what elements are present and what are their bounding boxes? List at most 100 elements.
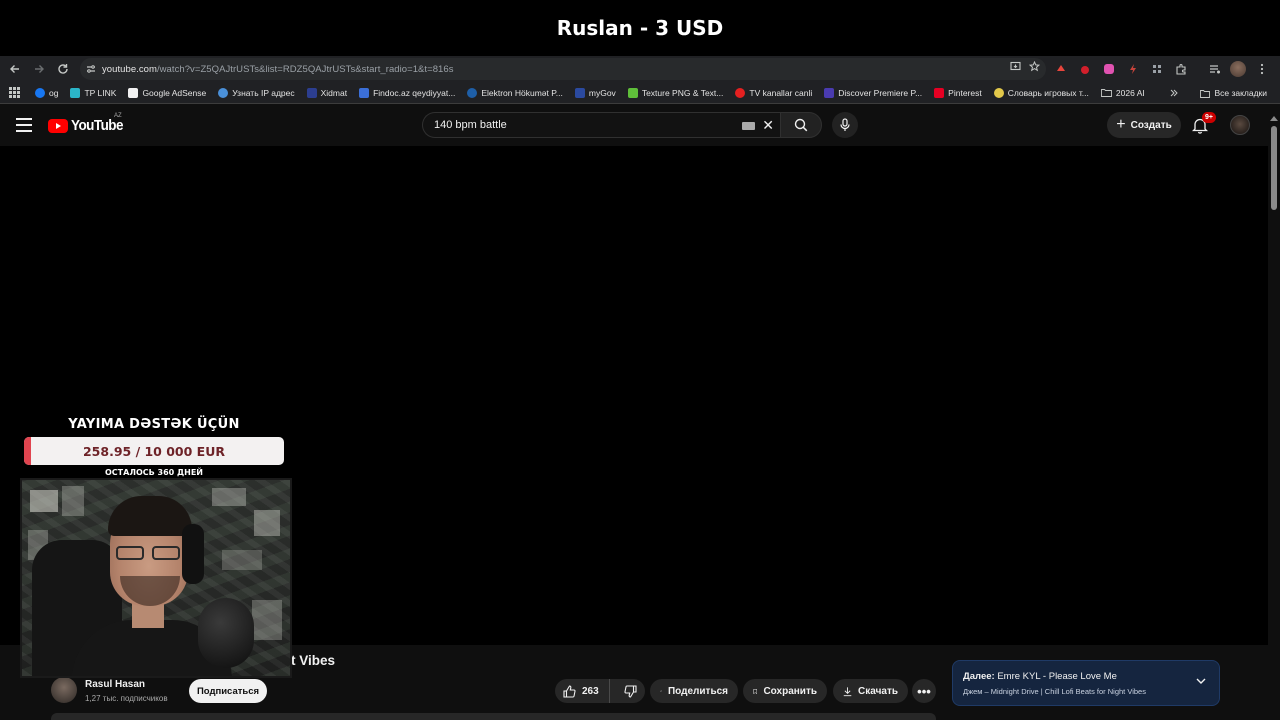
bookmark-item[interactable]: Texture PNG & Text... [625,84,727,102]
browser-profile-avatar[interactable] [1230,61,1246,77]
keyboard-icon[interactable] [742,122,755,130]
bookmark-favicon-icon [359,87,370,98]
account-avatar[interactable] [1230,115,1250,135]
voice-search-button[interactable] [832,112,858,138]
channel-avatar[interactable] [51,677,77,703]
reload-icon[interactable] [51,57,75,81]
bookmarks-bar: og TP LINK Google AdSense Узнать IP адрес Xi… [0,82,1280,104]
description-box[interactable] [51,713,936,720]
bookmark-item[interactable]: Findoc.az qeydiyyat... [356,84,458,102]
screen: Ruslan - 3 USD youtube.com/watch?v=Z5QAJ… [0,0,1280,720]
search-button[interactable] [780,112,822,138]
channel-name[interactable]: Rasul Hasan [85,679,145,690]
download-button[interactable]: Скачать [833,679,908,703]
extension-lightning-icon[interactable] [1124,61,1141,78]
extension-grid-icon[interactable] [1148,61,1165,78]
page-scrollbar[interactable] [1268,104,1280,720]
folder-icon [1100,89,1112,97]
share-label: Поделиться [667,685,728,697]
bookmark-item[interactable]: myGov [572,84,619,102]
extension-drop-icon[interactable] [1076,61,1093,78]
create-button[interactable]: + Создать [1107,112,1181,138]
subscribe-button[interactable]: Подписаться [189,679,267,703]
save-label: Сохранить [763,685,817,697]
bookmark-favicon-icon [70,87,81,98]
bookmark-list: og TP LINK Google AdSense Узнать IP адрес Xi… [32,84,1148,102]
bookmark-item[interactable]: 2026 AI [1098,84,1148,102]
extensions-puzzle-icon[interactable] [1172,61,1189,78]
bookmark-label: Elektron Hökumət P... [481,87,563,98]
bookmarks-overflow-chevron-icon[interactable] [1167,84,1181,102]
create-label: Создать [1130,119,1172,131]
extension-red-icon[interactable] [1052,61,1069,78]
bookmark-item[interactable]: Discover Premiere P... [821,84,925,102]
up-next-card[interactable]: Далее: Emre KYL - Please Love Me Джем – … [952,660,1220,706]
up-next-subtitle: Джем – Midnight Drive | Chill Lofi Beats… [963,687,1146,696]
back-arrow-icon[interactable] [3,57,27,81]
notification-count-badge: 9+ [1202,112,1216,123]
donation-title: YAYIMA DƏSTƏK ÜÇÜN [68,417,240,432]
browser-toolbar: youtube.com/watch?v=Z5QAJtrUSTs&list=RDZ… [0,56,1280,82]
youtube-logo[interactable]: YouTube AZ [48,113,129,134]
thumbs-up-icon [563,684,576,698]
guide-menu-icon[interactable] [16,118,32,132]
folder-icon [1200,89,1211,98]
clear-search-icon[interactable]: ✕ [762,117,774,133]
bookmark-label: Узнать IP адрес [232,87,295,98]
streamer-webcam [20,478,292,678]
all-bookmarks[interactable]: Все закладки [1197,84,1270,102]
bookmark-item[interactable]: TP LINK [67,84,119,102]
bookmark-item[interactable]: Узнать IP адрес [215,84,297,102]
media-controls-icon[interactable] [1206,61,1223,78]
like-button[interactable]: 263 [555,679,610,703]
sticker [254,510,280,536]
bookmark-label: Texture PNG & Text... [641,87,724,98]
more-actions-button[interactable]: ••• [912,679,936,703]
download-label: Скачать [858,685,898,697]
bookmark-item[interactable]: Pinterest [931,84,985,102]
save-button[interactable]: Сохранить [743,679,827,703]
bookmark-favicon-icon [993,87,1004,98]
bookmark-favicon-icon [35,87,45,98]
bookmark-item[interactable]: Xidmat [304,84,350,102]
bookmark-item[interactable]: Elektron Hökumət P... [464,84,566,102]
bookmark-item[interactable]: TV kanallar canli [732,84,815,102]
bookmark-icon [753,688,758,694]
up-next-line: Далее: Emre KYL - Please Love Me [963,671,1117,682]
apps-grid-icon[interactable] [6,84,23,102]
country-code: AZ [114,113,122,119]
scrollbar-thumb[interactable] [1271,126,1277,210]
site-info-icon[interactable] [80,64,102,74]
bookmark-item[interactable]: Словарь игровых т... [991,84,1092,102]
bookmark-label: TP LINK [84,87,117,98]
bookmark-label: Xidmat [320,87,348,98]
bookmark-label: Discover Premiere P... [838,87,923,98]
bookmark-item[interactable]: og [32,84,61,102]
plus-icon: + [1116,116,1126,133]
sticker [62,486,84,516]
bookmark-item[interactable]: Google AdSense [125,84,209,102]
youtube-header: YouTube AZ 140 bpm battle ✕ + Создать 9+ [0,104,1280,146]
bookmark-favicon-icon [934,87,945,98]
sticker [212,488,246,506]
dislike-button[interactable] [616,679,645,703]
more-dots-icon: ••• [917,683,931,699]
share-button[interactable]: Поделиться [650,679,738,703]
bookmark-label: Google AdSense [142,87,207,98]
donation-amount: 258.95 / 10 000 EUR [82,443,225,459]
browser-menu-icon[interactable] [1253,61,1270,78]
subscriber-count: 1,27 тыс. подписчиков [85,694,168,703]
youtube-logo-text: YouTube [71,117,123,134]
forward-arrow-icon[interactable] [27,57,51,81]
bookmark-star-icon[interactable] [1028,60,1041,75]
bookmark-favicon-icon [467,87,478,98]
bookmark-favicon-icon [128,87,139,98]
donation-goal-widget: YAYIMA DƏSTƏK ÜÇÜN 258.95 / 10 000 EUR О… [22,412,286,477]
install-app-icon[interactable] [1010,61,1021,75]
bookmark-favicon-icon [627,87,638,98]
search-input[interactable]: 140 bpm battle ✕ [422,112,780,138]
extension-pink-icon[interactable] [1100,61,1117,78]
scroll-up-arrow-icon[interactable] [1270,116,1278,121]
address-bar[interactable]: youtube.com/watch?v=Z5QAJtrUSTs&list=RDZ… [80,58,1046,80]
chevron-down-icon[interactable] [1195,675,1207,687]
